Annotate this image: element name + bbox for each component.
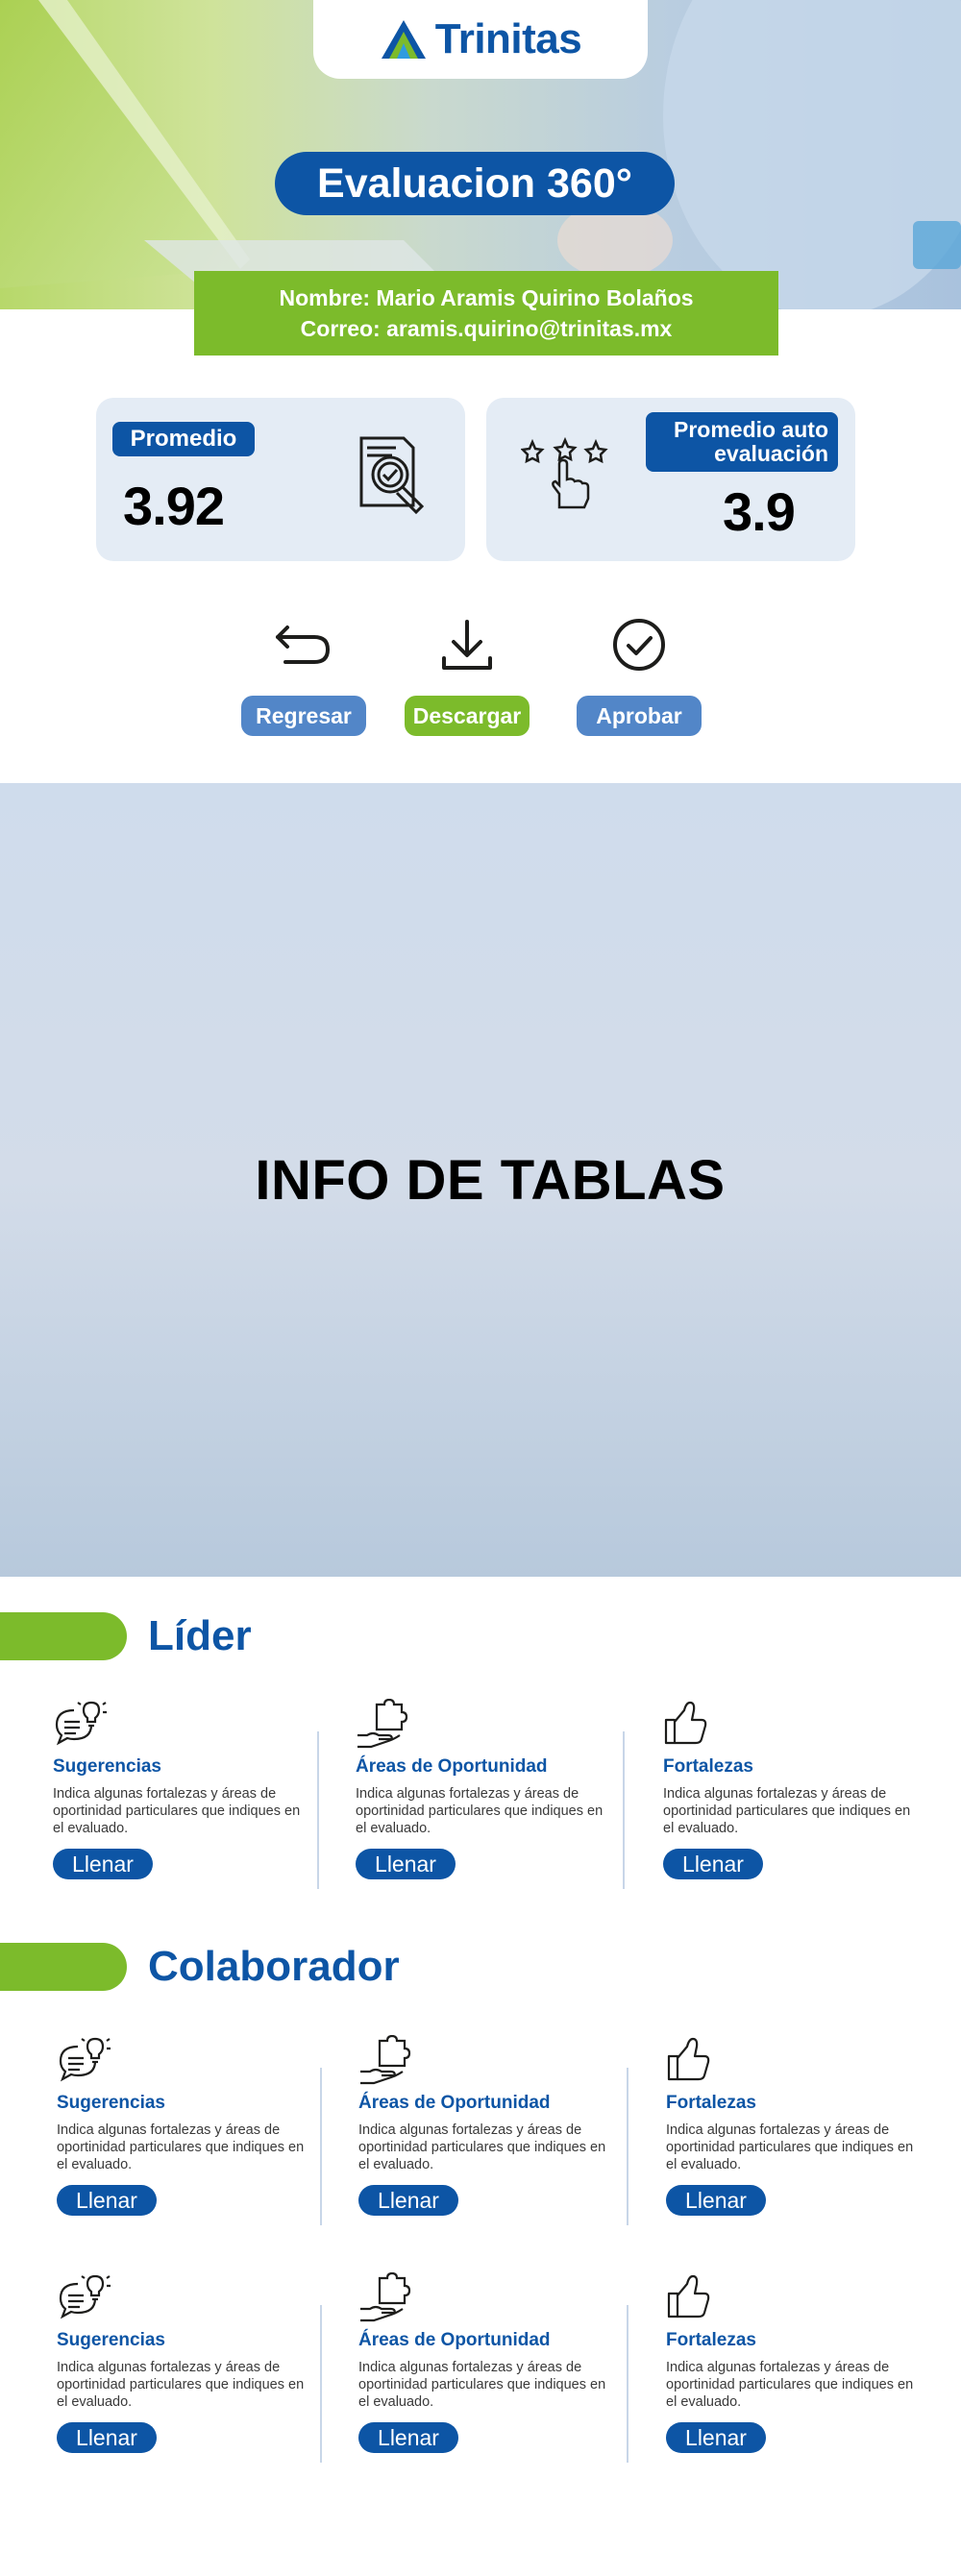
card-title: Sugerencias <box>57 2093 165 2113</box>
card-description: Indica algunas fortalezas y áreas de opo… <box>358 2122 606 2172</box>
llenar-button[interactable]: Llenar <box>663 1849 763 1879</box>
trinitas-logo-icon <box>381 20 426 59</box>
lider-cards-row: Sugerencias Indica algunas fortalezas y … <box>0 1699 961 1889</box>
card-description: Indica algunas fortalezas y áreas de opo… <box>53 1786 301 1836</box>
llenar-button[interactable]: Llenar <box>57 2185 157 2216</box>
regresar-button[interactable]: Regresar <box>241 696 366 736</box>
card-divider <box>627 2068 628 2225</box>
card-divider <box>627 2305 628 2463</box>
promedio-label: Promedio <box>112 422 255 456</box>
lightbulb-chat-icon <box>59 2037 111 2082</box>
card-title: Áreas de Oportunidad <box>358 2330 551 2350</box>
llenar-button[interactable]: Llenar <box>666 2422 766 2453</box>
card-title: Sugerencias <box>57 2330 165 2350</box>
llenar-button[interactable]: Llenar <box>53 1849 153 1879</box>
star-rating-hand-icon <box>521 436 608 509</box>
card-fortalezas: Fortalezas Indica algunas fortalezas y á… <box>666 2035 935 2223</box>
card-areas-oportunidad: Áreas de Oportunidad Indica algunas fort… <box>358 2035 628 2223</box>
puzzle-hand-icon <box>357 1699 408 1749</box>
promedio-value: 3.92 <box>123 476 225 536</box>
autoevaluacion-label-line2: evaluación <box>714 441 828 466</box>
card-sugerencias: Sugerencias Indica algunas fortalezas y … <box>53 1699 322 1887</box>
employee-name: Nombre: Mario Aramis Quirino Bolaños <box>279 285 694 310</box>
undo-arrow-icon[interactable] <box>274 624 333 666</box>
aprobar-action: Aprobar <box>577 615 702 736</box>
card-description: Indica algunas fortalezas y áreas de opo… <box>356 1786 604 1836</box>
puzzle-hand-icon <box>360 2272 411 2322</box>
thumbs-up-icon <box>664 1701 707 1745</box>
logo-card: Trinitas <box>313 0 648 79</box>
document-search-icon <box>359 436 425 515</box>
card-sugerencias: Sugerencias Indica algunas fortalezas y … <box>57 2035 326 2223</box>
llenar-button[interactable]: Llenar <box>57 2422 157 2453</box>
card-title: Sugerencias <box>53 1756 161 1777</box>
page-title-pill: Evaluacion 360° <box>275 152 675 215</box>
brand-name: Trinitas <box>434 15 582 62</box>
card-title: Fortalezas <box>666 2093 756 2113</box>
card-sugerencias: Sugerencias Indica algunas fortalezas y … <box>57 2272 326 2461</box>
descargar-action: Descargar <box>405 615 530 736</box>
employee-info: Nombre: Mario Aramis Quirino Bolaños Cor… <box>194 271 778 356</box>
card-title: Fortalezas <box>663 1756 753 1777</box>
section-accent-bar <box>0 1943 127 1991</box>
card-title: Áreas de Oportunidad <box>356 1756 548 1777</box>
lightbulb-chat-icon <box>55 1701 107 1746</box>
employee-email: Correo: aramis.quirino@trinitas.mx <box>300 316 673 341</box>
card-title: Áreas de Oportunidad <box>358 2093 551 2113</box>
autoevaluacion-card: Promedio auto evaluación 3.9 <box>486 398 855 561</box>
info-tables-panel: INFO DE TABLAS <box>0 783 961 1577</box>
section-title-lider: Líder <box>148 1612 252 1659</box>
info-tables-placeholder: INFO DE TABLAS <box>255 1148 726 1212</box>
descargar-button[interactable]: Descargar <box>405 696 530 736</box>
thumbs-up-icon <box>667 2037 710 2081</box>
puzzle-hand-icon <box>360 2035 411 2085</box>
autoevaluacion-value: 3.9 <box>723 481 796 542</box>
download-icon[interactable] <box>440 618 494 672</box>
colaborador-cards-row-1: Sugerencias Indica algunas fortalezas y … <box>0 2035 961 2225</box>
card-title: Fortalezas <box>666 2330 756 2350</box>
promedio-card: Promedio 3.92 <box>96 398 465 561</box>
card-divider <box>320 2068 322 2225</box>
section-header-lider: Líder <box>0 1610 252 1662</box>
llenar-button[interactable]: Llenar <box>358 2422 458 2453</box>
section-accent-bar <box>0 1612 127 1660</box>
llenar-button[interactable]: Llenar <box>358 2185 458 2216</box>
thumbs-up-icon <box>667 2274 710 2318</box>
aprobar-button[interactable]: Aprobar <box>577 696 702 736</box>
card-areas-oportunidad: Áreas de Oportunidad Indica algunas fort… <box>358 2272 628 2461</box>
card-description: Indica algunas fortalezas y áreas de opo… <box>666 2122 914 2172</box>
autoevaluacion-label-line1: Promedio auto <box>673 417 828 442</box>
page-title: Evaluacion 360° <box>317 159 632 207</box>
regresar-action: Regresar <box>241 615 366 736</box>
check-circle-icon[interactable] <box>611 617 667 673</box>
card-divider <box>320 2305 322 2463</box>
section-title-colaborador: Colaborador <box>148 1943 400 1990</box>
card-description: Indica algunas fortalezas y áreas de opo… <box>663 1786 911 1836</box>
card-description: Indica algunas fortalezas y áreas de opo… <box>358 2360 606 2410</box>
card-description: Indica algunas fortalezas y áreas de opo… <box>57 2360 305 2410</box>
card-description: Indica algunas fortalezas y áreas de opo… <box>57 2122 305 2172</box>
card-fortalezas: Fortalezas Indica algunas fortalezas y á… <box>663 1699 932 1887</box>
hero-banner: Trinitas Evaluacion 360° <box>0 0 961 309</box>
section-header-colaborador: Colaborador <box>0 1941 400 1993</box>
llenar-button[interactable]: Llenar <box>666 2185 766 2216</box>
card-divider <box>623 1731 625 1889</box>
card-description: Indica algunas fortalezas y áreas de opo… <box>666 2360 914 2410</box>
llenar-button[interactable]: Llenar <box>356 1849 456 1879</box>
colaborador-cards-row-2: Sugerencias Indica algunas fortalezas y … <box>0 2272 961 2463</box>
card-areas-oportunidad: Áreas de Oportunidad Indica algunas fort… <box>356 1699 625 1887</box>
card-fortalezas: Fortalezas Indica algunas fortalezas y á… <box>666 2272 935 2461</box>
autoevaluacion-label: Promedio auto evaluación <box>646 412 838 472</box>
card-divider <box>317 1731 319 1889</box>
lightbulb-chat-icon <box>59 2274 111 2319</box>
